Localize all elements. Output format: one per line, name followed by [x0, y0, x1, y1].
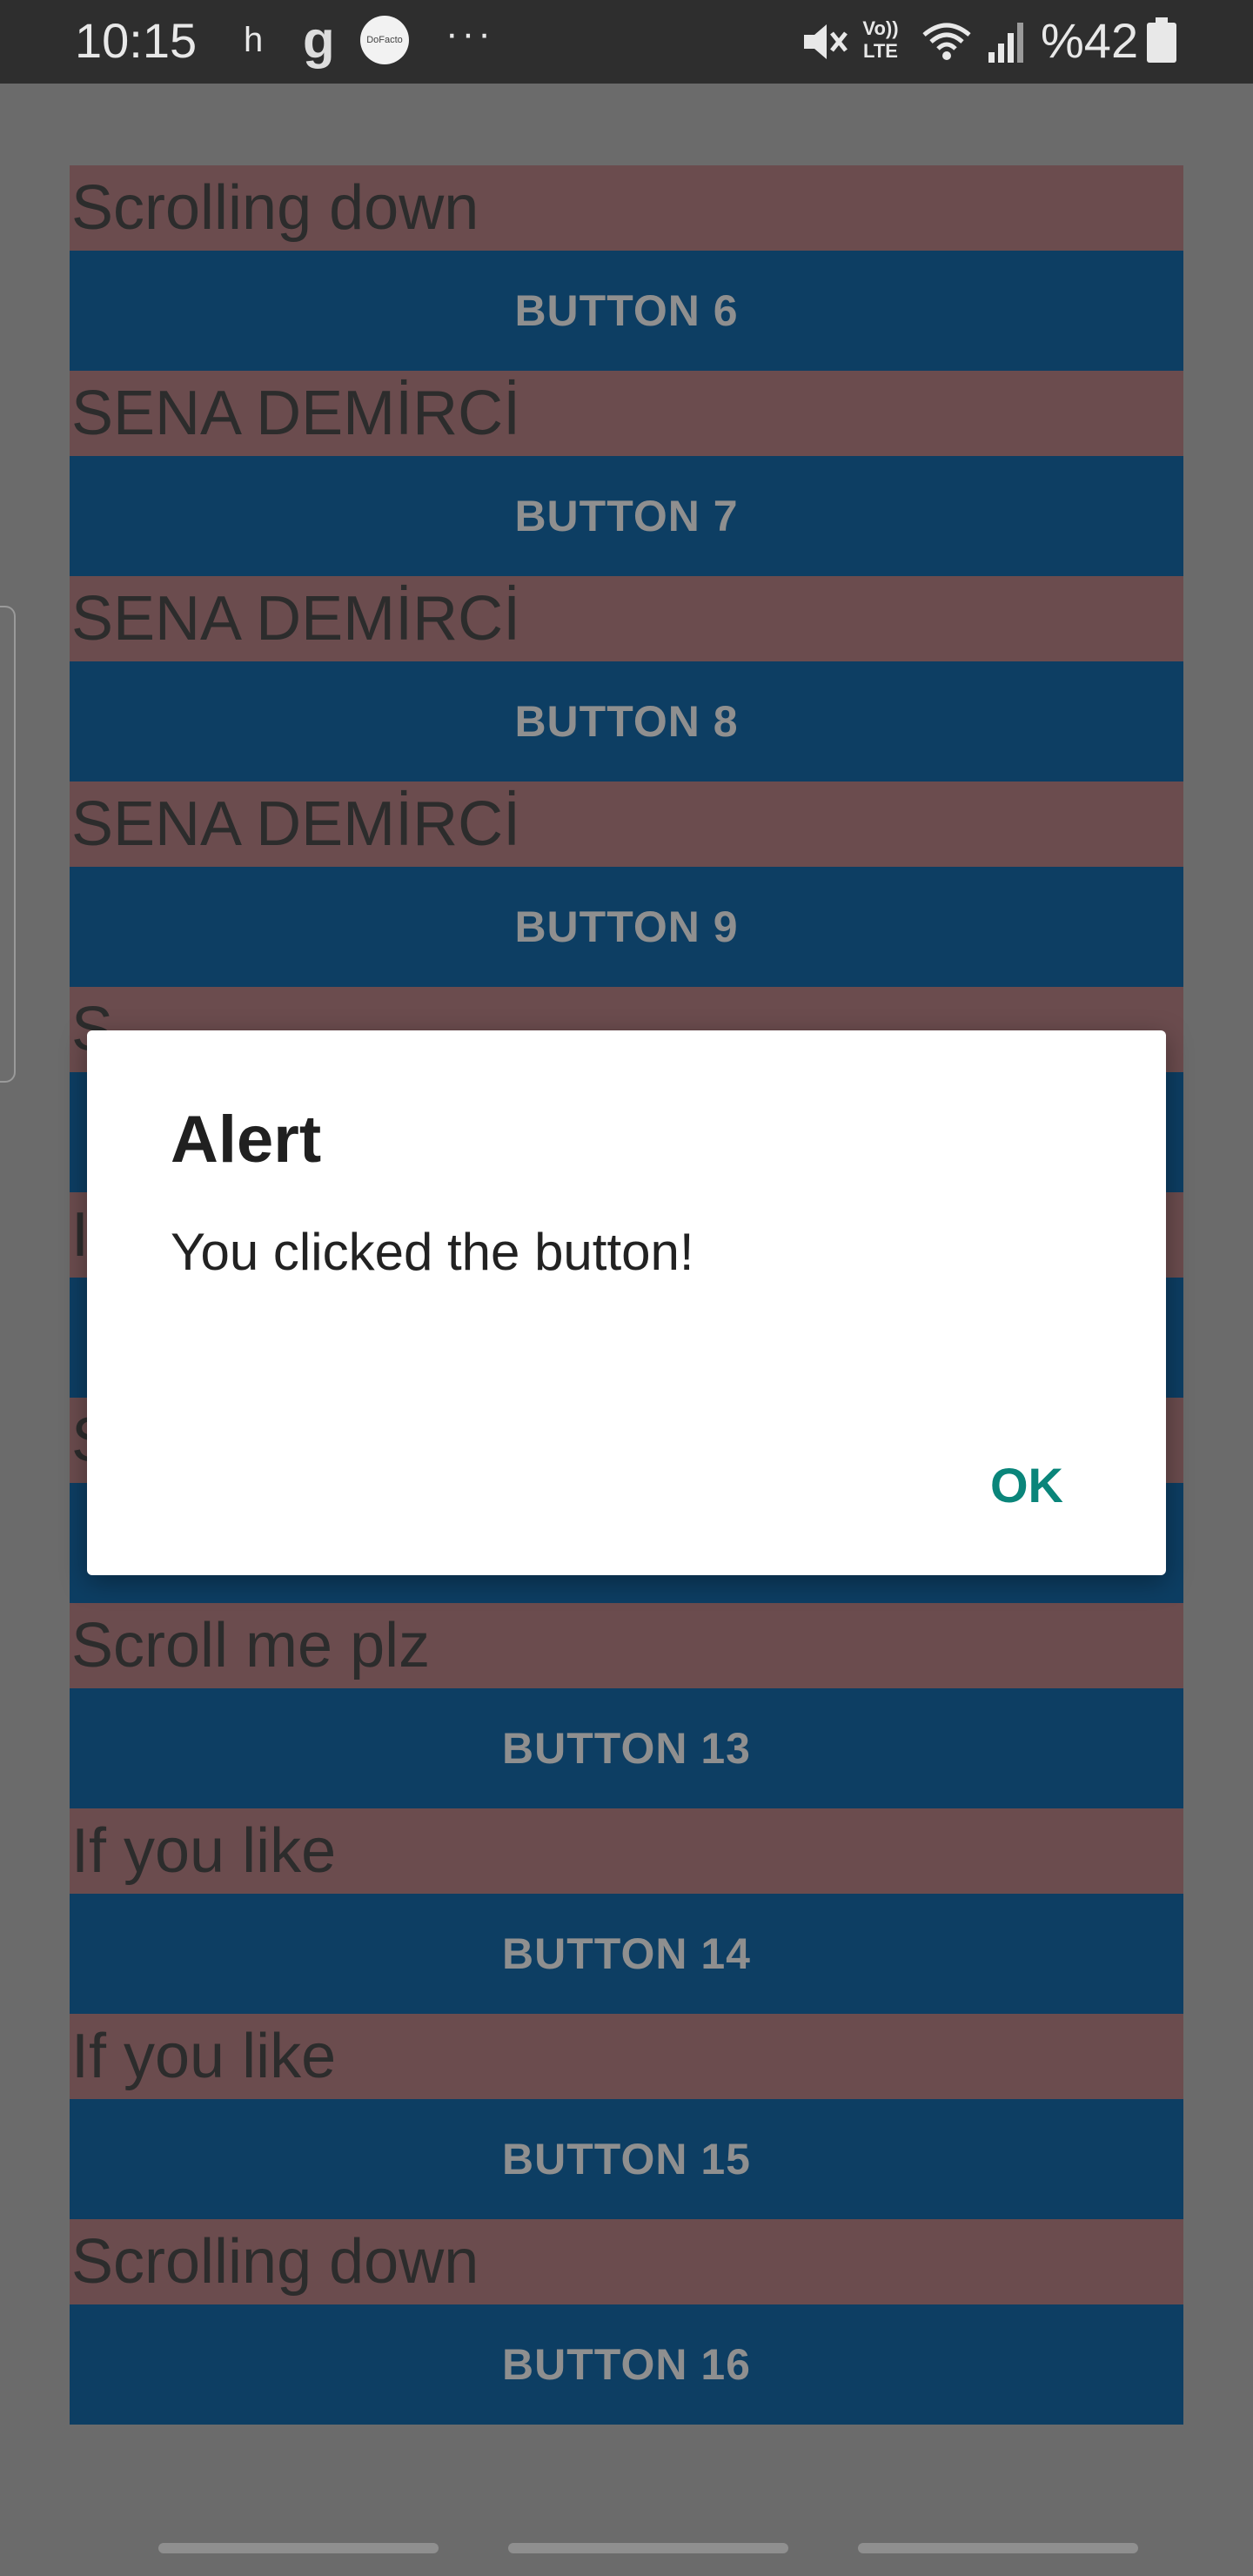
- button-9[interactable]: BUTTON 9: [70, 867, 1183, 987]
- dialog-title: Alert: [171, 1103, 322, 1177]
- button-13[interactable]: BUTTON 13: [70, 1688, 1183, 1808]
- list-item-label: If you like: [70, 2014, 1183, 2099]
- button-8[interactable]: BUTTON 8: [70, 661, 1183, 782]
- mute-icon: [804, 24, 848, 59]
- more-notifications-icon: ···: [446, 12, 494, 55]
- nav-recents-pill[interactable]: [158, 2543, 439, 2553]
- nav-back-pill[interactable]: [858, 2543, 1138, 2553]
- volte-icon: Vo)) LTE: [856, 17, 905, 66]
- list-item-label: SENA DEMİRCİ: [70, 782, 1183, 867]
- edge-panel-handle[interactable]: [0, 606, 16, 1083]
- status-bar: 10:15 h g DoFacto ··· Vo)) LTE %42: [0, 0, 1253, 84]
- network-h-indicator: h: [244, 21, 264, 59]
- button-14[interactable]: BUTTON 14: [70, 1894, 1183, 2014]
- list-item-label: Scroll me plz: [70, 1603, 1183, 1688]
- list-item-label: SENA DEMİRCİ: [70, 576, 1183, 661]
- dofacto-app-icon: DoFacto: [360, 16, 409, 64]
- clock: 10:15: [75, 13, 198, 68]
- g-app-icon: g: [303, 10, 335, 69]
- alert-dialog: Alert You clicked the button! OK: [87, 1030, 1166, 1575]
- nav-home-pill[interactable]: [508, 2543, 788, 2553]
- signal-icon: [988, 23, 1023, 63]
- list-item-label: If you like: [70, 1808, 1183, 1894]
- list-item-label: Scrolling down: [70, 165, 1183, 251]
- button-15[interactable]: BUTTON 15: [70, 2099, 1183, 2219]
- battery-icon: [1147, 17, 1176, 63]
- gesture-nav-bar: [0, 2524, 1253, 2576]
- list-item-label: Scrolling down: [70, 2219, 1183, 2304]
- dialog-message: You clicked the button!: [171, 1223, 694, 1281]
- button-7[interactable]: BUTTON 7: [70, 456, 1183, 576]
- button-16[interactable]: BUTTON 16: [70, 2304, 1183, 2425]
- battery-percent: %42: [1041, 13, 1139, 68]
- list-item-label: SENA DEMİRCİ: [70, 371, 1183, 456]
- ok-button[interactable]: OK: [957, 1438, 1096, 1533]
- volte-label: Vo)) LTE: [862, 17, 899, 62]
- wifi-icon: [922, 23, 971, 60]
- button-6[interactable]: BUTTON 6: [70, 251, 1183, 371]
